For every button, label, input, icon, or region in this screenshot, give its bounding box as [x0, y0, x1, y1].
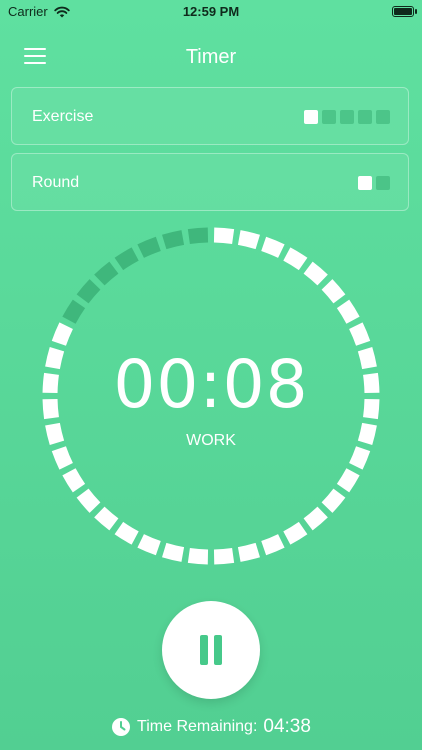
step-indicator — [304, 110, 318, 124]
round-label: Round — [32, 174, 80, 191]
ring-segment — [321, 488, 346, 513]
exercise-row[interactable]: Exercise — [11, 87, 409, 145]
ring-segment — [261, 236, 285, 258]
pause-icon-bar — [214, 635, 222, 665]
ring-segment — [336, 468, 360, 493]
ring-segment — [336, 299, 360, 324]
ring-segment — [51, 446, 73, 470]
clock-time: 12:59 PM — [182, 4, 240, 19]
ring-segment — [237, 230, 260, 250]
ring-segment — [283, 247, 308, 271]
ring-segment — [303, 261, 328, 286]
ring-segment — [94, 261, 119, 286]
time-remaining-value: 04:38 — [263, 716, 311, 737]
time-remaining: Time Remaining: 04:38 — [0, 716, 422, 738]
ring-segment — [213, 548, 235, 565]
round-progress-indicator — [358, 176, 390, 190]
ring-segment — [283, 521, 308, 545]
ring-segment — [51, 322, 73, 346]
ring-segment — [349, 322, 371, 346]
round-row[interactable]: Round — [11, 153, 409, 211]
step-indicator — [358, 176, 372, 190]
status-bar: Carrier 12:59 PM — [0, 0, 422, 24]
ring-segment — [237, 542, 260, 562]
step-indicator — [358, 110, 372, 124]
page-title: Timer — [185, 46, 237, 68]
ring-segment — [62, 468, 86, 493]
ring-segment — [213, 227, 235, 244]
step-indicator — [322, 110, 336, 124]
pause-icon — [200, 635, 208, 665]
ring-segment — [76, 279, 101, 304]
ring-segment — [137, 236, 161, 258]
timer-display: 00:08 — [113, 346, 309, 423]
ring-segment — [137, 534, 161, 556]
ring-segment — [62, 299, 86, 324]
clock-icon — [112, 718, 131, 736]
ring-segment — [321, 279, 346, 304]
step-indicator — [340, 110, 354, 124]
navigation-bar: Timer — [0, 40, 422, 76]
time-remaining-label: Time Remaining: — [137, 718, 258, 735]
timer-ring: 00:08 WORK — [41, 226, 381, 566]
ring-segment — [94, 506, 119, 531]
ring-segment — [114, 521, 139, 545]
battery-icon — [392, 6, 417, 17]
phase-label: WORK — [186, 432, 236, 449]
exercise-label: Exercise — [32, 108, 94, 125]
ring-segment — [349, 446, 371, 470]
exercise-progress-indicator — [304, 110, 390, 124]
ring-segment — [162, 542, 185, 562]
step-indicator — [376, 176, 390, 190]
pause-button[interactable] — [162, 601, 260, 699]
ring-segment — [76, 488, 101, 513]
ring-segment — [261, 534, 285, 556]
ring-segment — [162, 230, 185, 250]
ring-segment — [187, 548, 209, 565]
ring-segment — [114, 247, 139, 271]
ring-segment — [303, 506, 328, 531]
ring-segment — [187, 227, 209, 244]
step-indicator — [376, 110, 390, 124]
